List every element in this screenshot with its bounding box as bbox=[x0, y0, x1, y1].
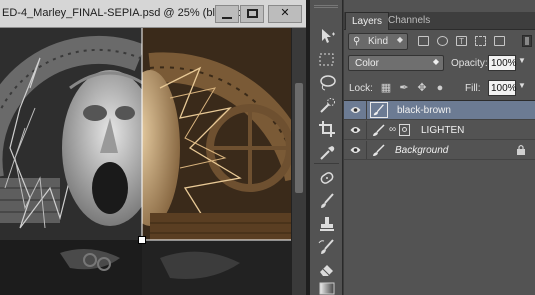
layer-name: black-brown bbox=[397, 105, 451, 116]
adjustment-filter-icon[interactable] bbox=[437, 36, 448, 46]
layer-thumbnail[interactable] bbox=[370, 102, 388, 118]
lasso-tool-icon[interactable] bbox=[316, 73, 338, 93]
layer-name: LIGHTEN bbox=[421, 125, 465, 136]
tools-grip[interactable] bbox=[314, 5, 338, 8]
shape-filter-icon[interactable] bbox=[475, 36, 486, 46]
lock-transparent-pixels-icon[interactable]: ▦ bbox=[380, 82, 392, 94]
scrollbar-thumb[interactable] bbox=[295, 83, 303, 193]
tab-channels[interactable]: Channels bbox=[382, 12, 436, 30]
history-brush-tool-icon[interactable] bbox=[316, 237, 338, 257]
lock-label: Lock: bbox=[349, 83, 373, 94]
image-canvas[interactable] bbox=[0, 28, 306, 295]
visibility-eye-icon[interactable] bbox=[350, 105, 361, 115]
brush-icon bbox=[373, 104, 384, 116]
filter-kind-label: Kind bbox=[368, 36, 389, 47]
type-filter-icon[interactable]: T bbox=[456, 36, 467, 46]
layer-row-black-brown[interactable]: black-brown bbox=[344, 101, 535, 120]
move-tool-icon[interactable] bbox=[316, 26, 338, 46]
brush-tool-icon[interactable] bbox=[316, 191, 338, 211]
chevron-updown-icon: ◆ bbox=[396, 35, 403, 44]
layer-filter-row: ⚲ Kind ◆ T bbox=[348, 33, 533, 51]
opacity-label: Opacity: bbox=[451, 58, 488, 69]
smart-object-filter-icon[interactable] bbox=[494, 36, 505, 46]
eraser-tool-icon[interactable] bbox=[316, 259, 338, 279]
tools-bar bbox=[310, 0, 343, 295]
layers-panel: Layers Channels ⚲ Kind ◆ T Color ◆ Opaci… bbox=[344, 0, 535, 295]
minimize-icon bbox=[222, 17, 232, 19]
fill-input[interactable]: 100% bbox=[488, 80, 517, 96]
lock-image-pixels-icon[interactable]: ✒ bbox=[398, 82, 410, 94]
brush-icon bbox=[373, 124, 385, 136]
quick-selection-tool-icon[interactable] bbox=[316, 96, 338, 116]
blend-mode-select[interactable]: Color ◆ bbox=[348, 55, 444, 71]
visibility-eye-icon[interactable] bbox=[350, 145, 361, 155]
layer-name: Background bbox=[395, 145, 449, 156]
eyedropper-tool-icon[interactable] bbox=[316, 142, 338, 162]
marley-image bbox=[0, 28, 291, 295]
search-icon: ⚲ bbox=[353, 36, 361, 47]
close-button[interactable]: ✕ bbox=[268, 5, 302, 23]
lock-all-icon[interactable]: ● bbox=[434, 82, 446, 94]
opacity-dropdown-icon[interactable]: ▼ bbox=[518, 56, 526, 65]
fill-label: Fill: bbox=[465, 83, 481, 94]
link-chain-icon[interactable]: ∞ bbox=[389, 124, 396, 135]
brush-icon bbox=[373, 144, 385, 156]
healing-brush-tool-icon[interactable] bbox=[316, 168, 338, 188]
layer-mask-thumbnail[interactable] bbox=[399, 124, 410, 136]
layer-separator bbox=[366, 121, 367, 139]
document-window: ED-4_Marley_FINAL-SEPIA.psd @ 25% (black… bbox=[0, 0, 306, 295]
maximize-button[interactable] bbox=[240, 5, 264, 23]
tools-separator bbox=[314, 163, 339, 164]
layers-list: black-brown ∞ LIGHTEN Background bbox=[344, 100, 535, 295]
panel-tabbar: Layers Channels bbox=[344, 12, 535, 30]
opacity-input[interactable]: 100% bbox=[488, 55, 517, 71]
clone-stamp-tool-icon[interactable] bbox=[316, 214, 338, 234]
blend-row: Color ◆ Opacity: 100% ▼ bbox=[348, 55, 533, 71]
crop-tool-icon[interactable] bbox=[316, 119, 338, 139]
marquee-tool-icon[interactable] bbox=[316, 50, 338, 70]
fill-dropdown-icon[interactable]: ▼ bbox=[518, 81, 526, 90]
maximize-icon bbox=[246, 9, 258, 18]
filter-kind-select[interactable]: ⚲ Kind ◆ bbox=[348, 33, 408, 50]
minimize-button[interactable] bbox=[215, 5, 239, 23]
lock-row: Lock: ▦ ✒ ✥ ● Fill: 100% ▼ bbox=[348, 80, 533, 96]
layer-row-background[interactable]: Background bbox=[344, 141, 535, 160]
layer-separator bbox=[366, 101, 367, 119]
visibility-eye-icon[interactable] bbox=[350, 125, 361, 135]
pixel-filter-icon[interactable] bbox=[418, 36, 429, 46]
document-title: ED-4_Marley_FINAL-SEPIA.psd @ 25% (black… bbox=[2, 7, 251, 19]
layer-separator bbox=[366, 141, 367, 159]
document-tab[interactable]: ED-4_Marley_FINAL-SEPIA.psd @ 25% (black… bbox=[0, 0, 306, 28]
gradient-tool-icon[interactable] bbox=[316, 279, 338, 295]
blend-mode-value: Color bbox=[355, 58, 379, 69]
lock-icon bbox=[517, 144, 525, 155]
filter-toggle-switch[interactable] bbox=[522, 35, 532, 47]
close-icon: ✕ bbox=[280, 7, 290, 19]
lock-position-icon[interactable]: ✥ bbox=[416, 82, 428, 94]
layer-row-lighten[interactable]: ∞ LIGHTEN bbox=[344, 121, 535, 140]
chevron-updown-icon: ◆ bbox=[432, 57, 439, 66]
vertical-scrollbar[interactable] bbox=[291, 28, 306, 295]
